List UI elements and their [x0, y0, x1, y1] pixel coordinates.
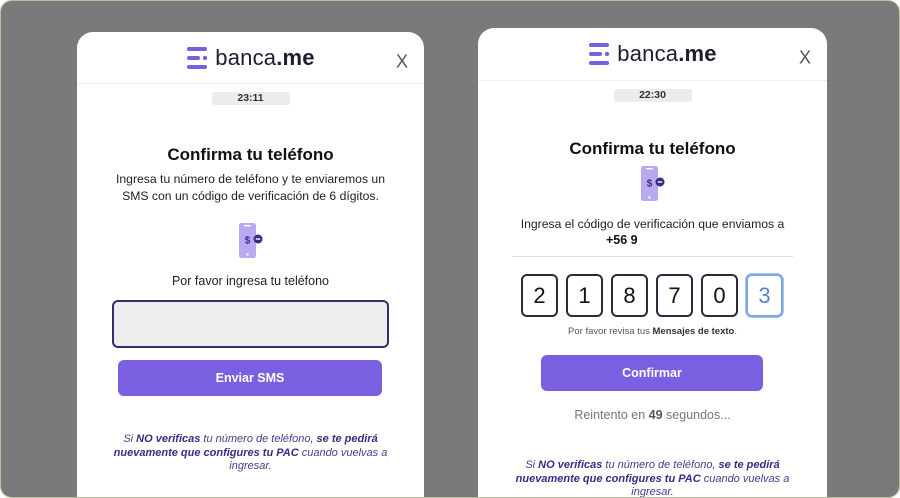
screenshot-frame: banca.me X 23:11 Confirma tu teléfono In…: [0, 0, 900, 498]
page-title: Confirma tu teléfono: [167, 145, 334, 164]
brand-name: banca.me: [617, 41, 717, 66]
divider: [512, 256, 793, 257]
code-digit-5[interactable]: [701, 274, 738, 317]
sms-hint: Por favor revisa tus Mensajes de texto.: [568, 326, 737, 337]
page-title: Confirma tu teléfono: [569, 139, 736, 158]
brand-name: banca.me: [215, 44, 315, 70]
description-text: Ingresa tu número de teléfono y te envia…: [116, 172, 385, 203]
banca-me-logo-icon: [187, 46, 208, 69]
pac-warning-note: Si NO verificas tu número de teléfono, s…: [113, 433, 388, 472]
brand: banca.me: [588, 41, 717, 67]
code-digit-1[interactable]: [521, 274, 558, 317]
close-button[interactable]: X: [396, 51, 408, 72]
phone-entry-modal: banca.me X 23:11 Confirma tu teléfono In…: [77, 32, 424, 497]
pac-warning-note: Si NO verificas tu número de teléfono, s…: [515, 459, 790, 498]
session-timer: 22:30: [613, 89, 692, 102]
brand: banca.me: [186, 44, 315, 71]
svg-text:$: $: [646, 179, 652, 190]
phone-dollar-icon: $: [640, 166, 664, 201]
confirm-button[interactable]: Confirmar: [541, 355, 763, 391]
phone-number: +56 9: [606, 233, 638, 247]
banca-me-logo-icon: [589, 43, 610, 65]
session-timer: 23:11: [211, 92, 290, 105]
code-digit-4[interactable]: [656, 274, 693, 317]
phone-dollar-icon: $: [238, 223, 262, 258]
close-button[interactable]: X: [799, 48, 811, 69]
code-digit-2[interactable]: [566, 274, 603, 317]
phone-prompt: Por favor ingresa tu teléfono: [171, 274, 330, 288]
code-digit-6[interactable]: [746, 274, 783, 317]
modal-header: banca.me X: [478, 28, 827, 81]
phone-input[interactable]: [112, 300, 389, 348]
code-intro-text: Ingresa el código de verificación que en…: [520, 217, 785, 231]
send-sms-button[interactable]: Enviar SMS: [118, 360, 382, 396]
modal-header: banca.me X: [77, 32, 424, 84]
code-digit-3[interactable]: [611, 274, 648, 317]
code-verification-modal: banca.me X 22:30 Confirma tu teléfono $ …: [478, 28, 827, 498]
retry-countdown: Reintento en 49 segundos...: [574, 408, 731, 422]
verification-code-inputs: [521, 274, 827, 317]
svg-text:$: $: [244, 236, 250, 247]
